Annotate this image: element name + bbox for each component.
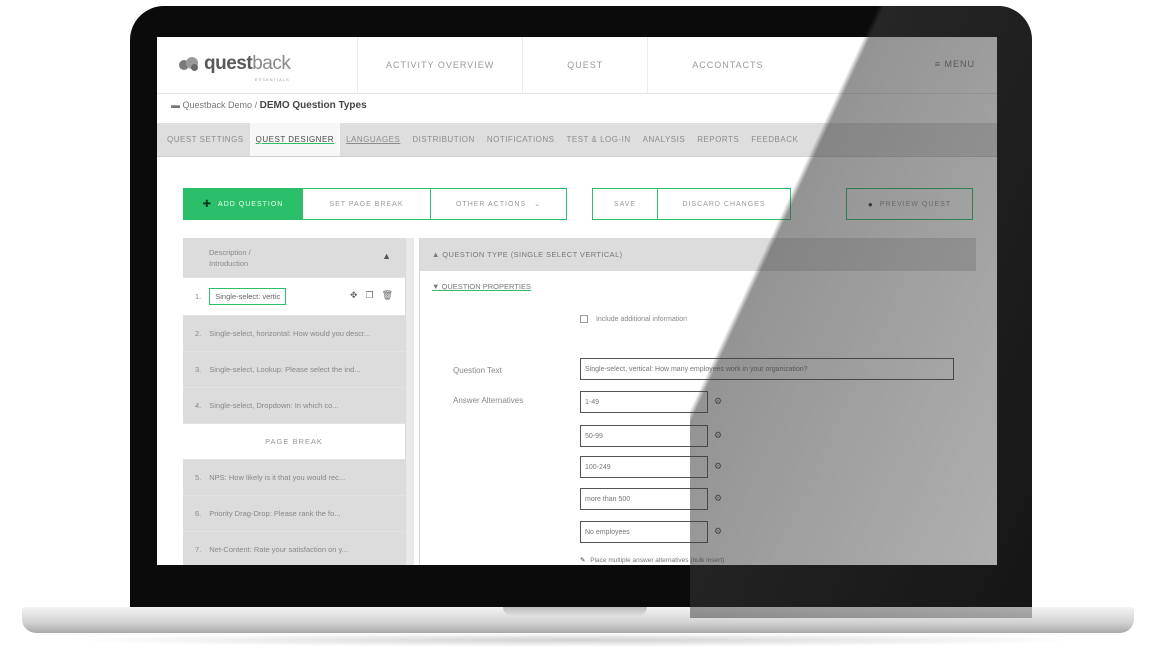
- tab-test-login[interactable]: TEST & LOG-IN: [561, 123, 637, 156]
- questback-logo[interactable]: questback ESSENTIALS: [179, 53, 291, 82]
- copy-icon[interactable]: ❐: [365, 290, 373, 301]
- checkbox-icon[interactable]: [580, 315, 588, 323]
- set-page-break-button[interactable]: SET PAGE BREAK: [303, 188, 431, 220]
- tab-languages[interactable]: LANGUAGES: [340, 123, 406, 156]
- list-item[interactable]: 2. Single-select, horizontal: How would y…: [183, 316, 405, 352]
- tab-bar: QUEST SETTINGS QUEST DESIGNER LANGUAGES …: [157, 123, 997, 157]
- list-item[interactable]: 6. Priority Drag-Drop: Please rank the fo…: [183, 496, 405, 532]
- app-screen: questback ESSENTIALS ACTIVITY OVERVIEW Q…: [157, 37, 997, 565]
- list-item-label-edit[interactable]: Single-select: vertic: [209, 288, 287, 305]
- bulk-insert-link[interactable]: ✎ Place multiple answer alternatives (bu…: [580, 556, 724, 564]
- action-bar: ✚ ADD QUESTION SET PAGE BREAK OTHER ACTI…: [183, 188, 973, 220]
- question-properties-header[interactable]: ▼ QUESTION PROPERTIES: [432, 282, 531, 291]
- logo-text: questback: [204, 53, 291, 74]
- nav-activity-overview[interactable]: ACTIVITY OVERVIEW: [357, 37, 522, 93]
- tab-analysis[interactable]: ANALYSIS: [637, 123, 692, 156]
- question-text-input[interactable]: Single-select, vertical: How many employ…: [580, 358, 954, 380]
- tab-distribution[interactable]: DISTRIBUTION: [406, 123, 480, 156]
- list-item[interactable]: 7. Net-Content: Rate your satisfaction on…: [183, 532, 405, 565]
- list-item[interactable]: 5. NPS: How likely is it that you would r…: [183, 460, 405, 496]
- list-item-number: 1.: [195, 292, 202, 301]
- other-actions-button[interactable]: OTHER ACTIONS ⌄: [431, 188, 567, 220]
- folder-icon: ▬: [171, 100, 180, 110]
- answer-alternative-input[interactable]: No employees: [580, 521, 708, 543]
- intro-label: Description / Introduction: [209, 247, 251, 268]
- save-button[interactable]: SAVE: [592, 188, 658, 220]
- menu-button[interactable]: ≡ MENU: [935, 59, 975, 69]
- nav-quests[interactable]: QUEST: [522, 37, 647, 93]
- answer-alternative-input[interactable]: 100-249: [580, 456, 708, 478]
- discard-changes-button[interactable]: DISCARD CHANGES: [658, 188, 791, 220]
- laptop-hinge-notch: [503, 607, 647, 616]
- item-actions: ✥ ❐ 🗑: [350, 290, 393, 301]
- pencil-icon: ✎: [580, 557, 586, 564]
- preview-quest-button[interactable]: ● PREVIEW QUEST: [846, 188, 973, 220]
- intro-item[interactable]: Description / Introduction ▲: [183, 238, 405, 278]
- nav-contacts[interactable]: ACCONTACTS: [647, 37, 807, 93]
- breadcrumb-parent[interactable]: Questback Demo: [183, 100, 253, 110]
- tab-quest-settings[interactable]: QUEST SETTINGS: [161, 123, 250, 156]
- answer-alternative-input[interactable]: 50-99: [580, 425, 708, 447]
- lock-icon: ▲: [382, 251, 391, 261]
- list-item[interactable]: 3. Single-select, Lookup: Please select t…: [183, 352, 405, 388]
- breadcrumb-separator: /: [254, 100, 258, 110]
- question-editor: ▲ QUESTION TYPE (SINGLE SELECT VERTICAL)…: [419, 238, 976, 565]
- breadcrumb-current: DEMO Question Types: [259, 100, 367, 111]
- gear-icon[interactable]: ⚙: [714, 430, 722, 441]
- question-list-scrollbar[interactable]: [405, 238, 414, 565]
- gear-icon[interactable]: ⚙: [714, 526, 722, 537]
- gear-icon[interactable]: ⚙: [714, 461, 722, 472]
- plus-icon: ✚: [202, 198, 213, 210]
- chevron-down-icon: ⌄: [534, 201, 542, 208]
- question-list: Description / Introduction ▲ 1. Single-s…: [183, 238, 405, 565]
- answer-alternatives-label: Answer Alternatives: [453, 396, 524, 405]
- breadcrumb: ▬ Questback Demo / DEMO Question Types: [171, 100, 367, 111]
- list-item-selected[interactable]: 1. Single-select: vertic ✥ ❐ 🗑: [183, 278, 405, 316]
- top-navigation: questback ESSENTIALS ACTIVITY OVERVIEW Q…: [157, 37, 997, 94]
- tab-notifications[interactable]: NOTIFICATIONS: [481, 123, 561, 156]
- gear-icon[interactable]: ⚙: [714, 493, 722, 504]
- move-icon[interactable]: ✥: [350, 290, 358, 301]
- add-question-button[interactable]: ✚ ADD QUESTION: [183, 188, 303, 220]
- answer-alternative-input[interactable]: 1-49: [580, 391, 708, 413]
- page-break-item[interactable]: PAGE BREAK: [183, 424, 405, 460]
- tab-reports[interactable]: REPORTS: [691, 123, 745, 156]
- logo-subtitle: ESSENTIALS: [255, 77, 290, 82]
- gear-icon[interactable]: ⚙: [714, 396, 722, 407]
- tab-feedback[interactable]: FEEDBACK: [745, 123, 804, 156]
- question-text-label: Question Text: [453, 366, 502, 375]
- logo-bubbles-icon: [179, 56, 199, 72]
- answer-alternative-input[interactable]: more than 500: [580, 488, 708, 510]
- list-item[interactable]: 4. Single-select, Dropdown: In which co..…: [183, 388, 405, 424]
- trash-icon[interactable]: 🗑: [382, 290, 393, 301]
- additional-info-option[interactable]: Include additional information: [580, 315, 687, 323]
- main-nav: ACTIVITY OVERVIEW QUEST ACCONTACTS: [357, 37, 808, 93]
- eye-icon: ●: [867, 199, 874, 209]
- question-type-header[interactable]: ▲ QUESTION TYPE (SINGLE SELECT VERTICAL): [420, 238, 976, 271]
- tab-quest-designer[interactable]: QUEST DESIGNER: [249, 123, 341, 156]
- laptop-shadow: [60, 633, 1094, 647]
